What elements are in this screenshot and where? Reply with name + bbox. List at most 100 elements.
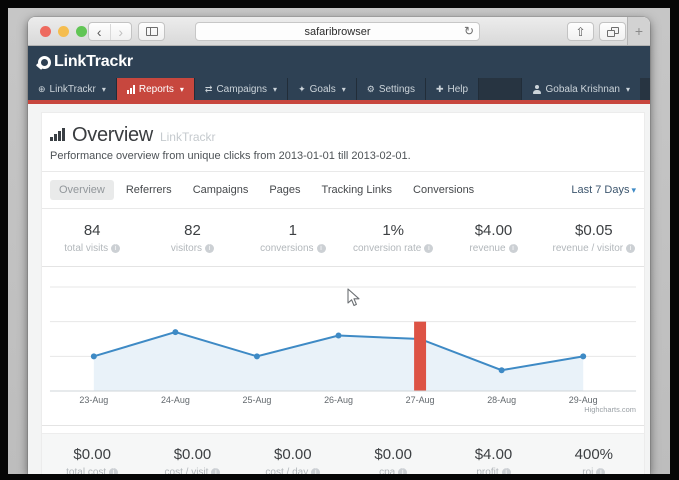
caret-down-icon: ▾ [626,85,630,94]
page-title-suffix: LinkTrackr [160,130,216,144]
tab-referrers[interactable]: Referrers [117,180,181,200]
tab-tracking-links[interactable]: Tracking Links [313,180,402,200]
stat-value: 82 [142,222,242,239]
new-tab-button[interactable]: + [627,17,650,45]
info-icon[interactable]: i [596,468,605,474]
nav-item-help[interactable]: ✚Help [426,78,479,100]
goal-icon: ✦ [298,85,306,94]
nav-item-linktrackr[interactable]: ⊕LinkTrackr▾ [28,78,117,100]
info-icon[interactable]: i [109,468,118,474]
tab-pages[interactable]: Pages [260,180,309,200]
stats-top-row: 84total visitsi82visitorsi1conversionsi1… [42,209,644,266]
page-head: Overview LinkTrackr Performance overview… [42,113,644,172]
sidebar-button[interactable] [138,22,165,41]
page-subtitle: Performance overview from unique clicks … [50,150,636,162]
address-bar[interactable]: safaribrowser ↻ [195,22,480,41]
tab-overview[interactable]: Overview [50,180,114,200]
caret-down-icon: ▾ [342,85,346,94]
brand-name[interactable]: LinkTrackr [54,53,133,71]
stat-label: revenue / visitori [544,243,644,254]
sidebar-icon [146,27,158,36]
info-icon[interactable]: i [211,468,220,474]
caret-down-icon: ▾ [631,185,636,195]
chart-canvas[interactable]: 23-Aug24-Aug25-Aug26-Aug27-Aug28-Aug29-A… [42,267,644,425]
close-button[interactable] [40,26,51,37]
info-icon[interactable]: i [311,468,320,474]
nav-item-reports[interactable]: Reports▾ [117,78,195,100]
reload-icon[interactable]: ↻ [464,24,474,38]
back-button[interactable]: ‹ [89,24,110,40]
stat-conversion-rate: 1%conversion ratei [343,222,443,254]
nav-item-label: Campaigns [216,84,267,95]
stat-value: $4.00 [443,446,543,463]
stat-cpa: $0.00cpai [343,446,443,474]
window-controls [40,26,87,37]
info-icon[interactable]: i [317,244,326,253]
desktop-backdrop: ‹ › safaribrowser ↻ ⇧ + LinkTrackr ⊕L [8,8,670,474]
tab-overview-button[interactable] [599,22,626,41]
caret-down-icon: ▾ [180,85,184,94]
stat-label: roii [544,467,644,474]
zoom-button[interactable] [76,26,87,37]
caret-down-icon: ▾ [273,85,277,94]
svg-text:Highcharts.com: Highcharts.com [584,405,636,414]
share-icon: ⇧ [575,25,585,39]
tabs-icon [607,27,619,37]
svg-text:28-Aug: 28-Aug [487,395,516,405]
info-icon[interactable]: i [111,244,120,253]
nav-item-settings[interactable]: ⚙Settings [357,78,426,100]
svg-text:23-Aug: 23-Aug [79,395,108,405]
share-button[interactable]: ⇧ [567,22,594,41]
visits-chart: 23-Aug24-Aug25-Aug26-Aug27-Aug28-Aug29-A… [42,266,644,426]
info-icon[interactable]: i [424,244,433,253]
stat-profit: $4.00profiti [443,446,543,474]
tab-conversions[interactable]: Conversions [404,180,483,200]
info-icon[interactable]: i [626,244,635,253]
safari-window: ‹ › safaribrowser ↻ ⇧ + LinkTrackr ⊕L [28,17,650,474]
info-icon[interactable]: i [502,468,511,474]
stats-bottom-section: $0.00total costi$0.00cost / visiti$0.00c… [42,433,644,474]
minimize-button[interactable] [58,26,69,37]
stat-value: $0.05 [544,222,644,239]
app-header: LinkTrackr [28,46,650,78]
tab-campaigns[interactable]: Campaigns [184,180,258,200]
caret-down-icon: ▾ [102,85,106,94]
info-icon[interactable]: i [205,244,214,253]
stat-value: $0.00 [243,446,343,463]
bar-chart-icon [127,85,135,94]
stat-total-cost: $0.00 total costi [42,446,142,474]
wrench-icon: ⚙ [367,85,375,94]
globe-icon: ⊕ [38,85,46,94]
stat-roi: 400%roii [544,446,644,474]
forward-button[interactable]: › [110,24,132,40]
screenshot-root: { "browser": { "address": "safaribrowser… [0,0,679,480]
date-range-label: Last 7 Days [571,184,629,196]
svg-text:26-Aug: 26-Aug [324,395,353,405]
stat-visitors: 82visitorsi [142,222,242,254]
user-icon [532,85,541,94]
stat-label: revenuei [443,243,543,254]
date-range-dropdown[interactable]: Last 7 Days▾ [571,184,636,196]
stat-label: cost / visiti [142,467,242,474]
svg-text:27-Aug: 27-Aug [406,395,435,405]
stat-label: cpai [343,467,443,474]
report-tabs: OverviewReferrersCampaignsPagesTracking … [42,172,644,209]
page-background: Overview LinkTrackr Performance overview… [28,104,650,474]
nav-item-label: Help [448,84,469,95]
nav-item-campaigns[interactable]: ⇄Campaigns▾ [195,78,288,100]
stat-cost-visit: $0.00cost / visiti [142,446,242,474]
stat-label: conversion ratei [343,243,443,254]
nav-item-label: Goals [310,84,336,95]
stat-label: total costi [42,467,142,474]
user-menu[interactable]: Gobala Krishnan▾ [521,78,640,100]
content-panel: Overview LinkTrackr Performance overview… [41,112,645,474]
stats-bottom-row: $0.00total costi$0.00cost / visiti$0.00c… [42,434,644,474]
info-icon[interactable]: i [398,468,407,474]
info-icon[interactable]: i [509,244,518,253]
stat-value: $0.00 [42,446,142,463]
nav-item-goals[interactable]: ✦ Goals ▾ [288,78,357,100]
stat-revenue: $4.00revenuei [443,222,543,254]
main-nav: ⊕LinkTrackr▾Reports▾⇄Campaigns▾✦Goals▾⚙S… [28,78,650,100]
stat-revenue-visitor: $0.05 revenue / visitori [544,222,644,254]
svg-text:25-Aug: 25-Aug [243,395,272,405]
